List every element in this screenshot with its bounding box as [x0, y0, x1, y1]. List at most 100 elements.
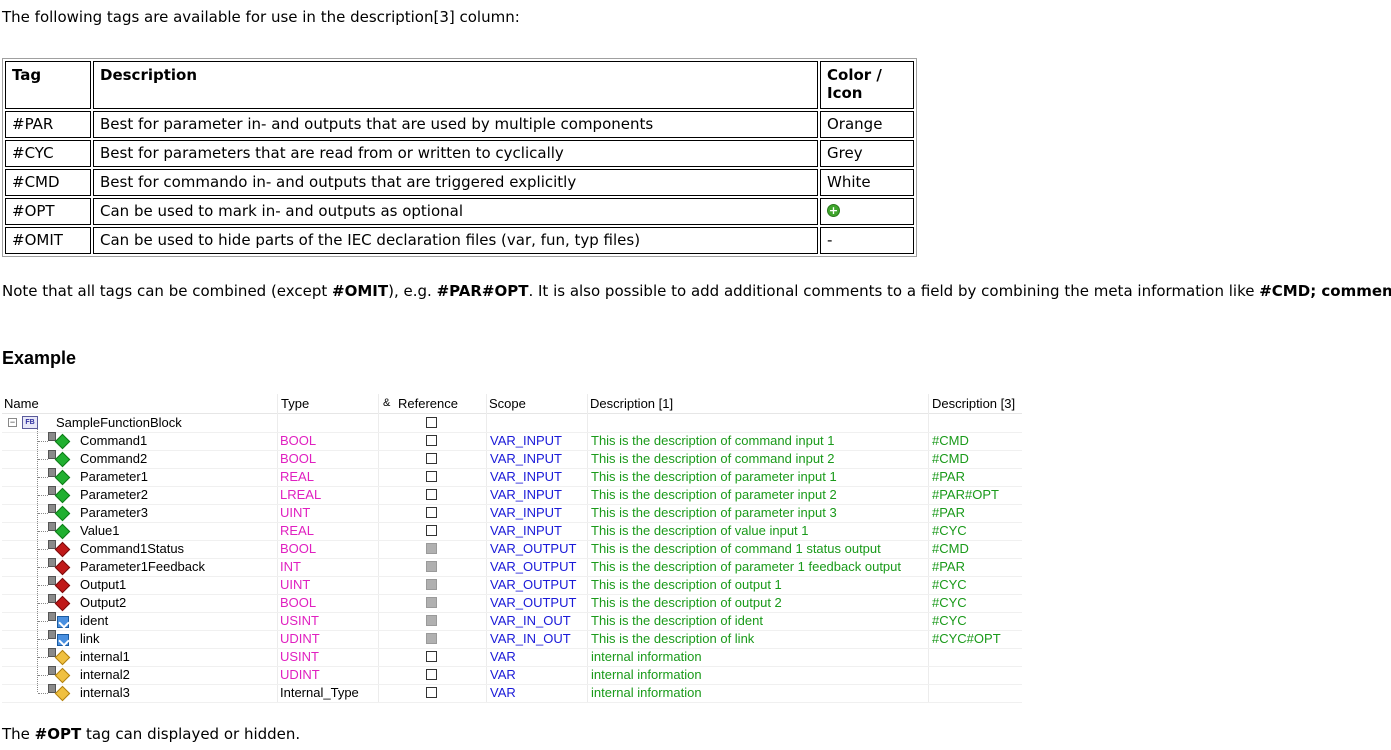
table-row[interactable]: Output1 UINT VAR_OUTPUT This is the descrip…	[2, 576, 1022, 595]
color-cell: White	[820, 169, 914, 196]
table-row[interactable]: Value1 REAL VAR_INPUT This is the descripti…	[2, 522, 1022, 541]
tag-cell: #CYC	[5, 140, 91, 167]
variable-name: ident	[80, 613, 109, 628]
reference-checkbox[interactable]	[426, 435, 437, 446]
tree-branch	[38, 441, 48, 442]
variable-name: Command2	[80, 451, 148, 466]
input-icon	[54, 451, 71, 468]
root-row[interactable]: − FB SampleFunctionBlock	[2, 414, 1022, 433]
grid-header: Name Type & Reference Scope Description …	[2, 394, 1022, 414]
input-icon	[54, 433, 71, 450]
description-cell: Can be used to hide parts of the IEC dec…	[93, 227, 818, 254]
tree-branch	[38, 603, 48, 604]
function-block-icon: FB	[22, 416, 38, 429]
reference-checkbox[interactable]	[426, 561, 437, 572]
description-cell: Can be used to mark in- and outputs as o…	[93, 198, 818, 225]
note-paragraph: Note that all tags can be combined (exce…	[2, 282, 1391, 300]
reference-checkbox[interactable]	[426, 615, 437, 626]
table-row[interactable]: Parameter1 REAL VAR_INPUT This is the descr…	[2, 468, 1022, 487]
table-row[interactable]: Command1 BOOL VAR_INPUT This is the descrip…	[2, 432, 1022, 451]
table-row[interactable]: Parameter3 UINT VAR_INPUT This is the descr…	[2, 504, 1022, 523]
variable-name: Output1	[80, 577, 127, 592]
tree-branch	[38, 513, 48, 514]
bold-cmd-comment: #CMD; comment	[1259, 282, 1391, 300]
description-3: #CYC	[932, 577, 967, 592]
var-icon	[54, 685, 71, 702]
description-1: internal information	[591, 649, 702, 664]
variable-doc-icon	[48, 612, 56, 621]
reference-checkbox[interactable]	[426, 525, 437, 536]
reference-checkbox[interactable]	[426, 471, 437, 482]
color-cell: +	[820, 198, 914, 225]
table-row[interactable]: link UDINT VAR_IN_OUT This is the descripti…	[2, 630, 1022, 649]
col-description-1[interactable]: Description [1]	[590, 396, 673, 411]
variable-type: UINT	[280, 577, 311, 592]
table-row[interactable]: internal2 UDINT VAR internal information	[2, 666, 1022, 685]
col-type[interactable]: Type	[281, 396, 309, 411]
tree-branch	[38, 567, 48, 568]
table-row[interactable]: Command2 BOOL VAR_INPUT This is the descrip…	[2, 450, 1022, 469]
reference-checkbox[interactable]	[426, 669, 437, 680]
description-cell: Best for parameters that are read from o…	[93, 140, 818, 167]
description-1: This is the description of command input…	[591, 433, 835, 448]
tree-branch	[38, 585, 48, 586]
reference-checkbox[interactable]	[426, 597, 437, 608]
table-row[interactable]: Parameter2 LREAL VAR_INPUT This is the desc…	[2, 486, 1022, 505]
reference-amp-icon: &	[383, 397, 391, 409]
intro-text: The following tags are available for use…	[2, 8, 520, 26]
description-1: internal information	[591, 685, 702, 700]
table-row[interactable]: internal1 USINT VAR internal information	[2, 648, 1022, 667]
table-row[interactable]: Command1Status BOOL VAR_OUTPUT This is the …	[2, 540, 1022, 559]
reference-checkbox[interactable]	[426, 417, 437, 428]
reference-checkbox[interactable]	[426, 507, 437, 518]
reference-checkbox[interactable]	[426, 687, 437, 698]
tree-branch	[38, 621, 48, 622]
variable-scope: VAR_OUTPUT	[490, 559, 577, 574]
table-row: #OMIT Can be used to hide parts of the I…	[5, 227, 914, 254]
tree-branch	[38, 549, 48, 550]
variable-grid: Name Type & Reference Scope Description …	[2, 394, 1022, 703]
reference-checkbox[interactable]	[426, 651, 437, 662]
reference-checkbox[interactable]	[426, 579, 437, 590]
table-row[interactable]: internal3 Internal_Type VAR internal inform…	[2, 684, 1022, 703]
description-1: This is the description of parameter inp…	[591, 487, 837, 502]
output-icon	[54, 577, 71, 594]
header-description: Description	[93, 61, 818, 109]
output-icon	[54, 541, 71, 558]
tag-cell: #PAR	[5, 111, 91, 138]
collapse-icon[interactable]: −	[8, 418, 17, 427]
description-cell: Best for commando in- and outputs that a…	[93, 169, 818, 196]
description-1: This is the description of output 2	[591, 595, 782, 610]
reference-checkbox[interactable]	[426, 453, 437, 464]
col-scope[interactable]: Scope	[489, 396, 526, 411]
input-icon	[54, 523, 71, 540]
reference-checkbox[interactable]	[426, 543, 437, 554]
col-name[interactable]: Name	[4, 396, 39, 411]
description-3: #PAR#OPT	[932, 487, 999, 502]
variable-type: UDINT	[280, 631, 320, 646]
description-1: internal information	[591, 667, 702, 682]
col-reference[interactable]: Reference	[398, 396, 458, 411]
description-3: #CMD	[932, 433, 969, 448]
col-description-3[interactable]: Description [3]	[932, 396, 1015, 411]
table-row[interactable]: Output2 BOOL VAR_OUTPUT This is the descrip…	[2, 594, 1022, 613]
table-row[interactable]: Parameter1Feedback INT VAR_OUTPUT This is t…	[2, 558, 1022, 577]
variable-scope: VAR_INPUT	[490, 433, 562, 448]
bold-omit: #OMIT	[332, 282, 389, 300]
tree-branch	[38, 693, 48, 694]
variable-name: Parameter3	[80, 505, 148, 520]
description-1: This is the description of ident	[591, 613, 763, 628]
inout-icon	[57, 616, 69, 628]
var-icon	[54, 649, 71, 666]
variable-type: LREAL	[280, 487, 322, 502]
reference-checkbox[interactable]	[426, 633, 437, 644]
variable-type: USINT	[280, 649, 319, 664]
variable-name: Parameter2	[80, 487, 148, 502]
variable-type: BOOL	[280, 541, 317, 556]
variable-name: Parameter1	[80, 469, 148, 484]
root-name: SampleFunctionBlock	[56, 415, 182, 430]
table-row[interactable]: ident USINT VAR_IN_OUT This is the descript…	[2, 612, 1022, 631]
var-icon	[54, 667, 71, 684]
variable-type: INT	[280, 559, 301, 574]
reference-checkbox[interactable]	[426, 489, 437, 500]
